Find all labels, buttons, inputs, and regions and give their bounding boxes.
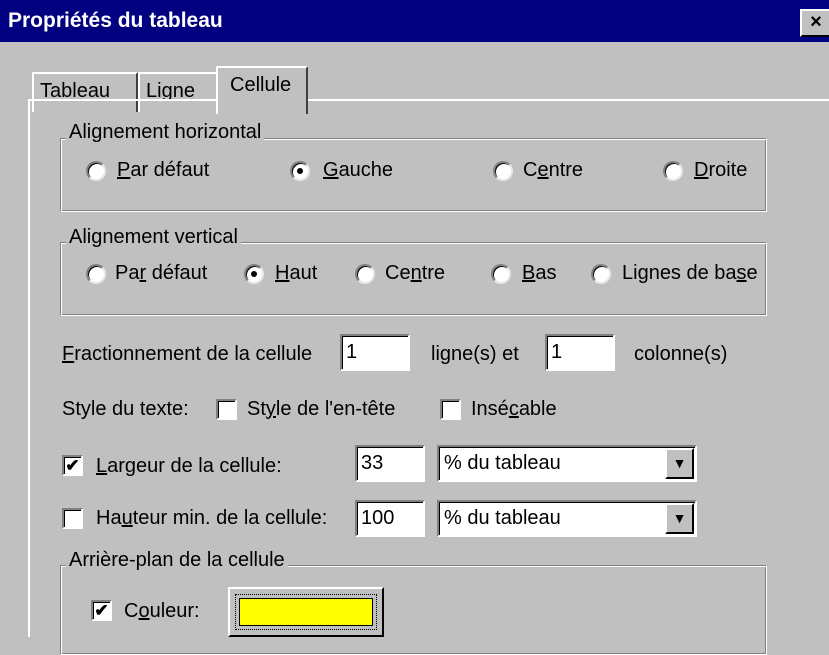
- height-value: 100: [361, 507, 395, 529]
- height-unit-select[interactable]: % du tableau ▼: [437, 500, 697, 537]
- nowrap-label[interactable]: Insécable: [471, 398, 557, 421]
- radio-h-default-label[interactable]: Par défaut: [117, 159, 209, 182]
- radio-h-right[interactable]: [663, 161, 683, 181]
- radio-v-top-label[interactable]: Haut: [275, 262, 317, 285]
- horizontal-alignment-legend: Alignement horizontal: [66, 121, 265, 144]
- width-checkbox[interactable]: ✔: [62, 455, 83, 476]
- radio-v-bottom[interactable]: [491, 264, 511, 284]
- color-picker-button[interactable]: [228, 587, 384, 637]
- height-input[interactable]: 100: [355, 500, 425, 537]
- height-label[interactable]: Hauteur min. de la cellule:: [96, 507, 327, 530]
- radio-v-center-label[interactable]: Centre: [385, 262, 445, 285]
- radio-selected-dot: [297, 168, 303, 174]
- radio-h-left[interactable]: [290, 161, 310, 181]
- tab-cellule-label: Cellule: [230, 74, 292, 96]
- window-title: Propriétés du tableau: [8, 9, 223, 32]
- radio-v-baseline[interactable]: [591, 264, 611, 284]
- radio-v-default[interactable]: [86, 264, 106, 284]
- split-rows-input[interactable]: 1: [340, 334, 410, 371]
- height-checkbox[interactable]: [62, 508, 83, 529]
- radio-v-baseline-label[interactable]: Lignes de base: [622, 262, 758, 285]
- width-unit-select[interactable]: % du tableau ▼: [437, 445, 697, 482]
- width-label[interactable]: Largeur de la cellule:: [96, 455, 282, 478]
- close-icon: ×: [810, 11, 822, 33]
- radio-h-left-label[interactable]: Gauche: [323, 159, 393, 182]
- header-style-label[interactable]: Style de l'en-tête: [247, 398, 395, 421]
- split-end-text: colonne(s): [634, 343, 728, 365]
- color-swatch: [239, 598, 373, 626]
- text-style-label: Style du texte:: [62, 398, 189, 420]
- color-label[interactable]: Couleur:: [124, 600, 200, 623]
- radio-v-center[interactable]: [355, 264, 375, 284]
- chevron-down-icon[interactable]: ▼: [665, 503, 694, 534]
- chevron-down-icon[interactable]: ▼: [665, 448, 694, 479]
- radio-h-right-label[interactable]: Droite: [694, 159, 747, 182]
- radio-v-default-label[interactable]: Par défaut: [115, 262, 207, 285]
- title-bar[interactable]: Propriétés du tableau: [0, 0, 829, 42]
- split-middle-text: ligne(s) et: [431, 343, 519, 365]
- radio-h-default[interactable]: [86, 161, 106, 181]
- header-style-checkbox[interactable]: [216, 399, 237, 420]
- radio-v-top[interactable]: [244, 264, 264, 284]
- radio-h-center[interactable]: [493, 161, 513, 181]
- width-input[interactable]: 33: [355, 445, 425, 482]
- color-checkbox[interactable]: ✔: [91, 600, 112, 621]
- checkmark-icon: ✔: [94, 601, 109, 620]
- radio-selected-dot: [251, 271, 257, 277]
- width-unit-value: % du tableau: [444, 452, 561, 474]
- nowrap-checkbox[interactable]: [440, 399, 461, 420]
- split-label: Fractionnement de la cellule: [62, 343, 313, 365]
- checkmark-icon: ✔: [65, 456, 80, 475]
- split-cols-input[interactable]: 1: [545, 334, 615, 371]
- split-rows-value: 1: [346, 341, 358, 363]
- close-button[interactable]: ×: [800, 9, 829, 37]
- width-value: 33: [361, 452, 384, 474]
- height-unit-value: % du tableau: [444, 507, 561, 529]
- radio-h-center-label[interactable]: Centre: [523, 159, 583, 182]
- background-legend: Arrière-plan de la cellule: [66, 549, 288, 572]
- tab-cellule[interactable]: Cellule: [216, 66, 308, 114]
- radio-v-bottom-label[interactable]: Bas: [522, 262, 556, 285]
- vertical-alignment-legend: Alignement vertical: [66, 226, 241, 249]
- split-cols-value: 1: [551, 341, 563, 363]
